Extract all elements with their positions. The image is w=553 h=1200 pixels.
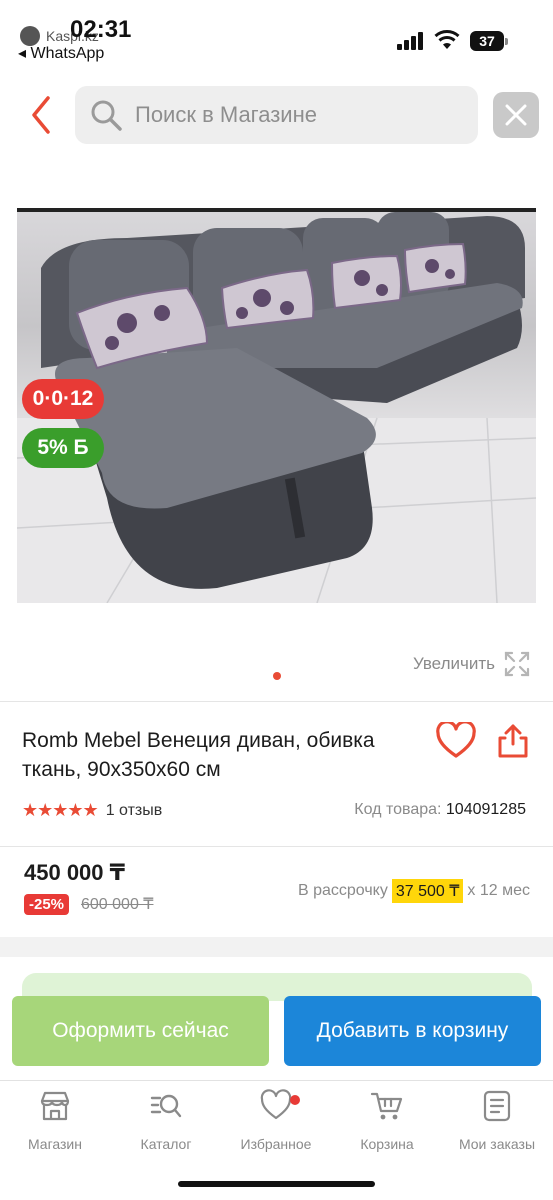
tab-label: Магазин bbox=[27, 1136, 82, 1152]
store-icon bbox=[40, 1091, 70, 1121]
installment-info: В рассрочку 37 500 ₸ x 12 мес bbox=[298, 879, 530, 903]
battery-icon: 37 bbox=[470, 31, 504, 51]
search-icon bbox=[91, 100, 122, 131]
tab-label: Корзина bbox=[360, 1136, 414, 1152]
share-icon[interactable] bbox=[495, 722, 531, 760]
installment-badge: 0·0·12 bbox=[22, 379, 104, 419]
reviews-link[interactable]: 1 отзыв bbox=[106, 802, 163, 820]
section-separator bbox=[0, 937, 553, 957]
status-bar: Kaspi.kz 02:31 ◂ WhatsApp 37 bbox=[0, 0, 553, 70]
clock: 02:31 bbox=[70, 16, 132, 43]
home-indicator[interactable] bbox=[178, 1181, 375, 1187]
tab-label: Каталог bbox=[140, 1136, 192, 1152]
cellular-signal-icon bbox=[397, 32, 425, 50]
cart-icon bbox=[370, 1092, 403, 1120]
expand-icon bbox=[504, 651, 530, 677]
search-bar[interactable] bbox=[75, 86, 478, 144]
back-arrow-icon[interactable] bbox=[22, 92, 62, 138]
back-to-whatsapp-link[interactable]: ◂ WhatsApp bbox=[18, 43, 104, 63]
divider bbox=[0, 701, 553, 702]
old-price: 600 000 ₸ bbox=[81, 896, 154, 913]
current-price: 450 000 ₸ bbox=[24, 860, 125, 885]
zoom-button[interactable]: Увеличить bbox=[413, 650, 531, 678]
add-to-cart-button[interactable]: Добавить в корзину bbox=[284, 996, 541, 1066]
divider bbox=[0, 846, 553, 847]
tab-label: Мои заказы bbox=[458, 1136, 536, 1152]
tab-catalog[interactable]: Каталог bbox=[111, 1089, 221, 1152]
installment-term: x 12 мес bbox=[467, 882, 530, 899]
tab-orders[interactable]: Мои заказы bbox=[442, 1089, 552, 1152]
tab-store[interactable]: Магазин bbox=[0, 1089, 110, 1152]
search-input[interactable] bbox=[135, 95, 465, 135]
rating-row[interactable]: ★★★★★ 1 отзыв bbox=[22, 800, 162, 821]
zoom-label: Увеличить bbox=[413, 654, 495, 673]
heart-icon bbox=[260, 1089, 292, 1120]
search-header bbox=[0, 86, 553, 146]
carousel-dot-active[interactable] bbox=[273, 672, 281, 680]
product-code-value: 104091285 bbox=[445, 801, 526, 818]
discount-badge: -25% bbox=[24, 894, 70, 915]
catalog-icon bbox=[150, 1094, 182, 1118]
close-search-button[interactable] bbox=[493, 92, 539, 138]
wifi-icon bbox=[434, 30, 460, 49]
orders-icon bbox=[483, 1090, 511, 1122]
product-code-label: Код товара: bbox=[354, 801, 442, 818]
installment-label: В рассрочку bbox=[297, 882, 388, 899]
product-title: Romb Mebel Венеция диван, обивка ткань, … bbox=[22, 729, 375, 781]
tab-cart[interactable]: Корзина bbox=[332, 1089, 442, 1152]
tab-favorites[interactable]: Избранное bbox=[221, 1089, 331, 1152]
rating-stars: ★★★★★ bbox=[22, 800, 99, 820]
favorite-heart-icon[interactable] bbox=[435, 722, 477, 760]
product-code: Код товара: 104091285 bbox=[354, 801, 526, 819]
bonus-badge: 5% Б bbox=[22, 428, 104, 468]
notification-dot bbox=[290, 1095, 300, 1105]
tab-label: Избранное bbox=[240, 1136, 312, 1152]
installment-monthly: 37 500 ₸ bbox=[391, 879, 464, 903]
buy-now-button[interactable]: Оформить сейчас bbox=[12, 996, 269, 1066]
